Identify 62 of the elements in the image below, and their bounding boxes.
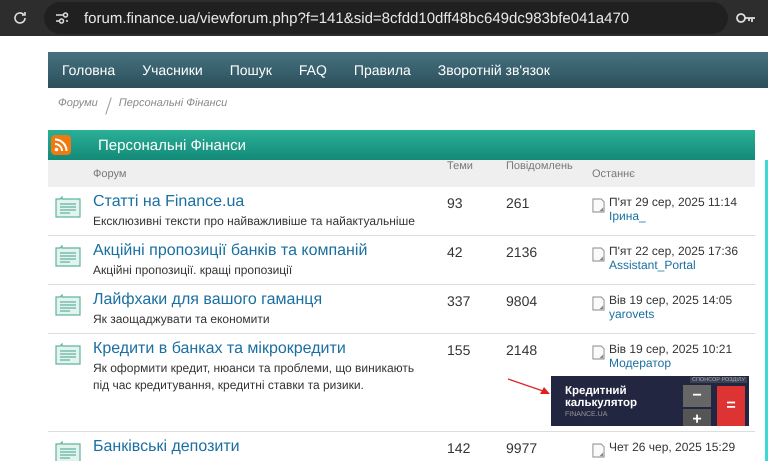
breadcrumb-link[interactable]: Форуми [58, 97, 98, 109]
forum-title-link[interactable]: Банківські депозити [93, 438, 433, 456]
last-post-date: П'ят 22 сер, 2025 17:36 [609, 244, 738, 258]
nav-link[interactable]: Правила [354, 62, 411, 78]
arrow [507, 378, 551, 396]
forum-description: Акційні пропозиції. кращі пропозиції [93, 262, 294, 279]
last-post-author-link[interactable]: Ірина_ [609, 209, 738, 223]
nav-link[interactable]: Зворотній зв'язок [438, 62, 550, 78]
forum-description: Як оформити кредит, нюанси та проблеми, що виникають під час кредитування, кредитні ставки та ризики. [93, 360, 416, 394]
forum-icon [55, 294, 81, 316]
topics-count: 142 [447, 439, 472, 456]
column-header: Форум [92, 168, 128, 180]
calculator-key: − [683, 385, 711, 407]
post-icon[interactable] [592, 345, 605, 360]
posts-count: 9804 [506, 292, 538, 309]
address-bar[interactable]: forum.finance.ua/viewforum.php?f=141&sid=8cfdd10dff48bc649dc983bfe041a470 [44, 2, 728, 34]
last-post-date: Вів 19 сер, 2025 14:05 [609, 293, 732, 307]
banner-title: Кредитний калькулятор [565, 385, 638, 409]
last-post-author-link[interactable]: yarovets [609, 307, 732, 321]
last-post-date: Вів 19 сер, 2025 10:21 [609, 342, 732, 356]
post-icon[interactable] [592, 443, 605, 458]
calculator-key: = [717, 386, 745, 426]
nav-link[interactable]: Учасники [142, 62, 203, 78]
forum-title-link[interactable]: Статті на Finance.ua [93, 193, 433, 211]
forum-title-link[interactable]: Кредити в банках та мікрокредити [93, 340, 433, 358]
last-post-author-link[interactable]: Модератор [609, 356, 732, 370]
nav-link[interactable]: Пошук [230, 62, 272, 78]
breadcrumb-link[interactable]: Персональні Фінанси [118, 97, 228, 109]
posts-count: 2148 [506, 341, 538, 358]
site-settings-icon[interactable] [54, 10, 70, 26]
last-post-date: Чет 26 чер, 2025 15:29 [609, 440, 736, 454]
column-header: Останнє [592, 168, 636, 180]
column-header: Теми [447, 160, 474, 172]
post-icon[interactable] [592, 247, 605, 262]
nav-link[interactable]: Головна [62, 62, 116, 78]
last-post-date: П'ят 29 сер, 2025 11:14 [609, 195, 738, 209]
section-title: Персональні Фінанси [98, 136, 246, 154]
forum-icon [55, 441, 81, 461]
forum-title-link[interactable]: Лайфхаки для вашого гаманця [93, 291, 433, 309]
posts-count: 2136 [506, 243, 538, 260]
column-header: Повідомлень [506, 160, 574, 172]
nav-link[interactable]: FAQ [298, 62, 327, 78]
posts-count: 261 [506, 194, 530, 211]
post-icon[interactable] [592, 198, 605, 213]
forum-icon [55, 245, 81, 267]
topics-count: 93 [447, 194, 464, 211]
topics-count: 155 [447, 341, 472, 358]
rss-icon[interactable] [51, 135, 71, 155]
key-icon[interactable] [736, 12, 756, 24]
reload-icon[interactable] [12, 10, 28, 26]
forum-description: Як заощаджувати та економити [93, 311, 271, 328]
post-icon[interactable] [592, 296, 605, 311]
url-text: forum.finance.ua/viewforum.php?f=141&sid=8cfdd10dff48bc649dc983bfe041a470 [84, 10, 630, 26]
forum-icon [55, 196, 81, 218]
posts-count: 9977 [506, 439, 538, 456]
last-post-author-link[interactable]: Assistant_Portal [609, 258, 738, 272]
forum-description: Ексклюзивні тексти про найважливіше та найактуальніше [93, 213, 416, 230]
calculator-key: + [683, 409, 711, 426]
forum-title-link[interactable]: Акційні пропозиції банків та компаній [93, 242, 433, 260]
topics-count: 42 [447, 243, 464, 260]
topics-count: 337 [447, 292, 472, 309]
forum-icon [55, 343, 81, 365]
